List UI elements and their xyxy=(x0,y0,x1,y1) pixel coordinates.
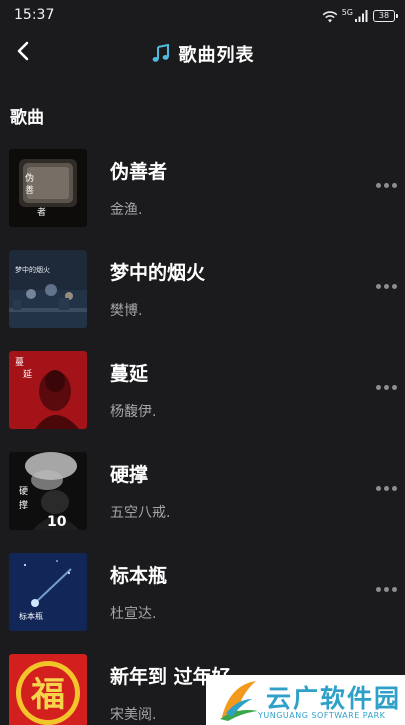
watermark-logo-icon xyxy=(216,677,260,725)
album-cover: 蔓 延 xyxy=(9,351,87,429)
page-title-wrap: 歌曲列表 xyxy=(0,32,405,76)
more-options-button[interactable] xyxy=(373,375,399,399)
song-title: 硬撑 xyxy=(110,464,149,486)
more-options-button[interactable] xyxy=(373,274,399,298)
song-item[interactable]: 伪 善 者 伪善者 金渔. xyxy=(0,147,405,248)
more-dot xyxy=(375,586,381,592)
cover-text: 福 xyxy=(30,675,65,715)
wifi-icon xyxy=(322,10,338,23)
song-artist: 宋美阅. xyxy=(110,707,157,723)
more-dot xyxy=(391,384,397,390)
app-screen: 15:37 5G 38 歌曲列表 歌曲 伪 善 者 伪善者 金渔. 梦中的烟火 … xyxy=(0,0,405,725)
battery-icon: 38 xyxy=(373,10,398,22)
watermark-title: 云广软件园 xyxy=(266,684,402,713)
song-list: 伪 善 者 伪善者 金渔. 梦中的烟火 梦中的烟火 樊博. 蔓 延 蔓延 杨馥伊… xyxy=(0,147,405,725)
music-note-icon xyxy=(151,44,171,64)
more-options-button[interactable] xyxy=(373,577,399,601)
section-title: 歌曲 xyxy=(10,108,44,128)
album-cover: 硬 撑 10 xyxy=(9,452,87,530)
cover-text: 伪 xyxy=(25,172,34,184)
more-dot xyxy=(375,283,381,289)
network-label: 5G xyxy=(341,8,353,17)
song-artist: 杨馥伊. xyxy=(110,404,157,420)
more-dot xyxy=(375,182,381,188)
song-artist: 金渔. xyxy=(110,202,143,218)
cover-text: 撑 xyxy=(19,499,28,511)
more-dot xyxy=(383,485,389,491)
song-item[interactable]: 硬 撑 10 硬撑 五空八戒. xyxy=(0,450,405,551)
more-dot xyxy=(391,485,397,491)
song-title: 梦中的烟火 xyxy=(110,262,206,284)
status-time: 15:37 xyxy=(14,7,55,23)
more-dot xyxy=(375,384,381,390)
cover-text: 梦中的烟火 xyxy=(15,265,50,274)
more-dot xyxy=(383,384,389,390)
cover-text: 善 xyxy=(25,184,34,196)
song-artist: 樊博. xyxy=(110,303,143,319)
watermark: 云广软件园 YUNGUANG SOFTWARE PARK xyxy=(206,675,405,725)
song-title: 标本瓶 xyxy=(110,565,168,587)
battery-level: 38 xyxy=(378,11,390,20)
cover-text: 硬 xyxy=(19,486,28,497)
cover-text: 者 xyxy=(37,207,46,218)
cover-text: 10 xyxy=(47,514,67,530)
song-title: 伪善者 xyxy=(110,161,168,183)
album-cover: 标本瓶 xyxy=(9,553,87,631)
more-dot xyxy=(383,586,389,592)
song-item[interactable]: 标本瓶 标本瓶 杜宣达. xyxy=(0,551,405,652)
song-artist: 五空八戒. xyxy=(110,505,171,521)
cover-text: 延 xyxy=(23,368,32,380)
song-title: 蔓延 xyxy=(110,363,149,385)
album-cover: 福 xyxy=(9,654,87,725)
song-item[interactable]: 梦中的烟火 梦中的烟火 樊博. xyxy=(0,248,405,349)
album-cover: 伪 善 者 xyxy=(9,149,87,227)
signal-icon xyxy=(355,10,369,22)
song-artist: 杜宣达. xyxy=(110,606,157,622)
more-options-button[interactable] xyxy=(373,173,399,197)
album-cover: 梦中的烟火 xyxy=(9,250,87,328)
more-dot xyxy=(391,586,397,592)
song-item[interactable]: 蔓 延 蔓延 杨馥伊. xyxy=(0,349,405,450)
page-title: 歌曲列表 xyxy=(178,45,255,66)
more-dot xyxy=(375,485,381,491)
more-dot xyxy=(391,283,397,289)
more-dot xyxy=(383,283,389,289)
cover-text: 标本瓶 xyxy=(19,611,43,621)
status-icons: 5G 38 xyxy=(322,8,398,24)
more-dot xyxy=(391,182,397,188)
more-dot xyxy=(383,182,389,188)
header: 歌曲列表 xyxy=(0,32,405,76)
status-bar: 15:37 5G 38 xyxy=(0,0,405,32)
cover-text: 蔓 xyxy=(15,356,24,368)
watermark-subtitle: YUNGUANG SOFTWARE PARK xyxy=(258,711,386,720)
more-options-button[interactable] xyxy=(373,476,399,500)
